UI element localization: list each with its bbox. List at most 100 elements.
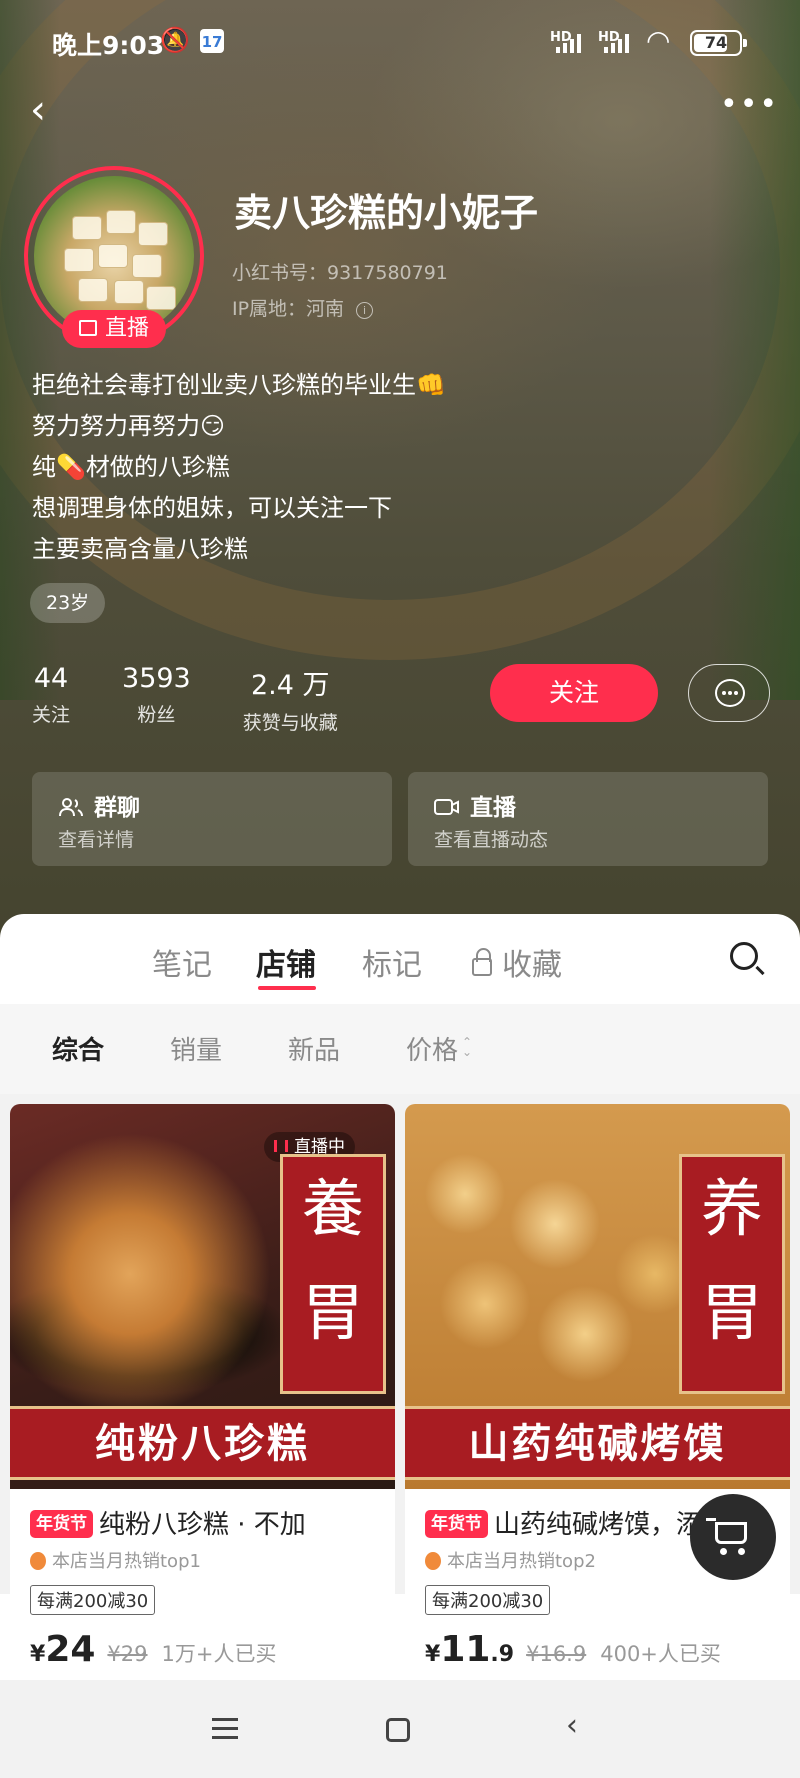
- stat-number: 44: [33, 663, 69, 694]
- promo-tag: 每满200减30: [30, 1585, 156, 1615]
- profile-header: 晚上9:03 🔕 17 HD HD ◠ 74 ‹ ••• 直播 卖八珍糕的小妮子…: [0, 0, 800, 940]
- tab-notes[interactable]: 笔记: [152, 940, 212, 984]
- status-time: 晚上9:03: [52, 31, 165, 60]
- profile-stats: 44 关注 3593 粉丝 2.4 万 获赞与收藏: [32, 663, 390, 735]
- stat-label: 粉丝: [137, 704, 176, 726]
- card-subtitle: 查看直播动态: [434, 829, 549, 851]
- sold-count: 1万+人已买: [161, 1642, 277, 1666]
- tab-collections-label: 收藏: [502, 948, 562, 983]
- more-button[interactable]: •••: [720, 90, 777, 125]
- red-id[interactable]: 小红书号：9317580791: [232, 258, 448, 285]
- filter-price-label: 价格: [406, 1036, 459, 1066]
- wifi-icon: ◠: [646, 24, 671, 57]
- vertical-banner: 養胃: [280, 1154, 386, 1394]
- calendar-icon: 17: [200, 29, 224, 53]
- card-title-text: 群聊: [94, 795, 140, 821]
- filter-new[interactable]: 新品: [288, 1030, 340, 1067]
- product-image: 直播中 養胃 纯粉八珍糕: [10, 1104, 395, 1489]
- gift-icon: [78, 320, 97, 336]
- bell-muted-icon: 🔕: [160, 26, 190, 54]
- original-price: ¥29: [107, 1642, 148, 1666]
- profile-tabs: 笔记 店铺 标记 收藏: [0, 914, 800, 1004]
- live-badge-label: 直播: [104, 316, 149, 341]
- medal-icon: [425, 1552, 441, 1570]
- sold-count: 400+人已买: [600, 1642, 721, 1666]
- stat-number: 3593: [122, 663, 191, 694]
- product-name: 纯粉八珍糕 · 不加: [99, 1510, 306, 1540]
- stat-number: 2.4 万: [250, 670, 330, 701]
- rank-line: 本店当月热销top1: [30, 1547, 383, 1573]
- rank-text: 本店当月热销top1: [52, 1551, 201, 1572]
- medal-icon: [30, 1552, 46, 1570]
- signal-icon: [556, 33, 581, 53]
- filter-overall[interactable]: 综合: [52, 1030, 104, 1067]
- battery-icon: 74: [690, 30, 747, 56]
- product-card[interactable]: 养胃 山药纯碱烤馍 年货节 山药纯碱烤馍，添加 本店当月热销top2 每满200减…: [405, 1104, 790, 1708]
- filter-sales[interactable]: 销量: [170, 1030, 222, 1067]
- menu-icon[interactable]: [212, 1718, 238, 1740]
- stat-label: 关注: [32, 704, 71, 726]
- festival-tag: 年货节: [30, 1510, 93, 1538]
- battery-level: 74: [704, 33, 728, 52]
- more-dots-icon: •••: [720, 87, 780, 122]
- promo-tag: 每满200减30: [425, 1585, 551, 1615]
- festival-tag: 年货节: [425, 1510, 488, 1538]
- bio-line: 拒绝社会毒打创业卖八珍糕的毕业生👊: [32, 371, 446, 399]
- stat-label: 获赞与收藏: [242, 712, 338, 734]
- tab-indicator: [258, 986, 316, 990]
- bio-line: 努力努力再努力😏: [32, 412, 226, 440]
- product-title-row: 年货节 纯粉八珍糕 · 不加: [30, 1504, 383, 1541]
- stat-followers[interactable]: 3593 粉丝: [122, 663, 191, 735]
- card-title-text: 直播: [470, 795, 516, 821]
- follow-button[interactable]: 关注: [490, 664, 658, 722]
- status-bar: 晚上9:03 🔕 17 HD HD ◠ 74: [0, 0, 800, 86]
- back-button[interactable]: ‹: [30, 90, 70, 134]
- product-card[interactable]: 直播中 養胃 纯粉八珍糕 年货节 纯粉八珍糕 · 不加 本店当月热销top1 每满…: [10, 1104, 395, 1708]
- sort-icon: ⌃ ⌄: [462, 1035, 473, 1059]
- tab-collections[interactable]: 收藏: [472, 940, 562, 984]
- tab-marks[interactable]: 标记: [362, 940, 422, 984]
- product-info: 年货节 纯粉八珍糕 · 不加 本店当月热销top1 每满200减30 ¥24 ¥29…: [30, 1504, 383, 1670]
- profile-nickname: 卖八珍糕的小妮子: [234, 191, 539, 235]
- profile-bio: 拒绝社会毒打创业卖八珍糕的毕业生👊 努力努力再努力😏 纯💊材做的八珍糕 想调理身…: [32, 365, 446, 570]
- live-card[interactable]: 直播 查看直播动态: [408, 772, 768, 866]
- product-image: 养胃 山药纯碱烤馍: [405, 1104, 790, 1489]
- bio-line: 纯💊材做的八珍糕: [32, 453, 230, 481]
- product-grid: 直播中 養胃 纯粉八珍糕 年货节 纯粉八珍糕 · 不加 本店当月热销top1 每满…: [0, 1094, 800, 1708]
- live-badge[interactable]: 直播: [62, 310, 166, 348]
- lock-icon: [472, 948, 492, 976]
- chevron-left-icon: ‹: [30, 87, 46, 133]
- shopping-cart-icon: [706, 1518, 747, 1544]
- card-title: 直播: [434, 788, 516, 822]
- message-button[interactable]: [688, 664, 770, 722]
- currency-symbol: ¥: [30, 1642, 46, 1667]
- info-icon[interactable]: i: [356, 302, 374, 319]
- price-integer: 24: [45, 1629, 96, 1670]
- price-row: ¥11.9 ¥16.9 400+人已买: [425, 1629, 778, 1670]
- search-icon[interactable]: [730, 942, 758, 970]
- ip-location-text: IP属地：河南: [232, 298, 345, 320]
- card-subtitle: 查看详情: [58, 829, 135, 851]
- tab-shop[interactable]: 店铺: [256, 940, 316, 984]
- rank-text: 本店当月热销top2: [447, 1551, 596, 1572]
- chat-bubble-icon: [715, 679, 745, 707]
- signal-icon: [604, 33, 629, 53]
- system-nav-bar: ‹: [0, 1680, 800, 1778]
- original-price: ¥16.9: [526, 1642, 587, 1666]
- stat-following[interactable]: 44 关注: [32, 663, 70, 735]
- video-camera-icon: [434, 797, 460, 817]
- price-decimal: .9: [490, 1642, 515, 1667]
- content-panel: 笔记 店铺 标记 收藏 综合 销量 新品 价格 ⌃ ⌄ 直播中 養胃 纯粉八珍糕 年…: [0, 914, 800, 1778]
- card-title: 群聊: [58, 788, 140, 822]
- price-integer: 11: [440, 1629, 491, 1670]
- cart-button[interactable]: [690, 1494, 776, 1580]
- product-banner: 纯粉八珍糕: [10, 1406, 395, 1480]
- filter-price[interactable]: 价格 ⌃ ⌄: [406, 1030, 472, 1067]
- stat-likes[interactable]: 2.4 万 获赞与收藏: [243, 663, 338, 735]
- group-icon: [58, 797, 84, 817]
- back-triangle-icon[interactable]: ‹: [566, 1708, 578, 1743]
- bio-line: 主要卖高含量八珍糕: [32, 535, 248, 563]
- currency-symbol: ¥: [425, 1642, 441, 1667]
- group-chat-card[interactable]: 群聊 查看详情: [32, 772, 392, 866]
- home-square-icon[interactable]: [386, 1718, 410, 1742]
